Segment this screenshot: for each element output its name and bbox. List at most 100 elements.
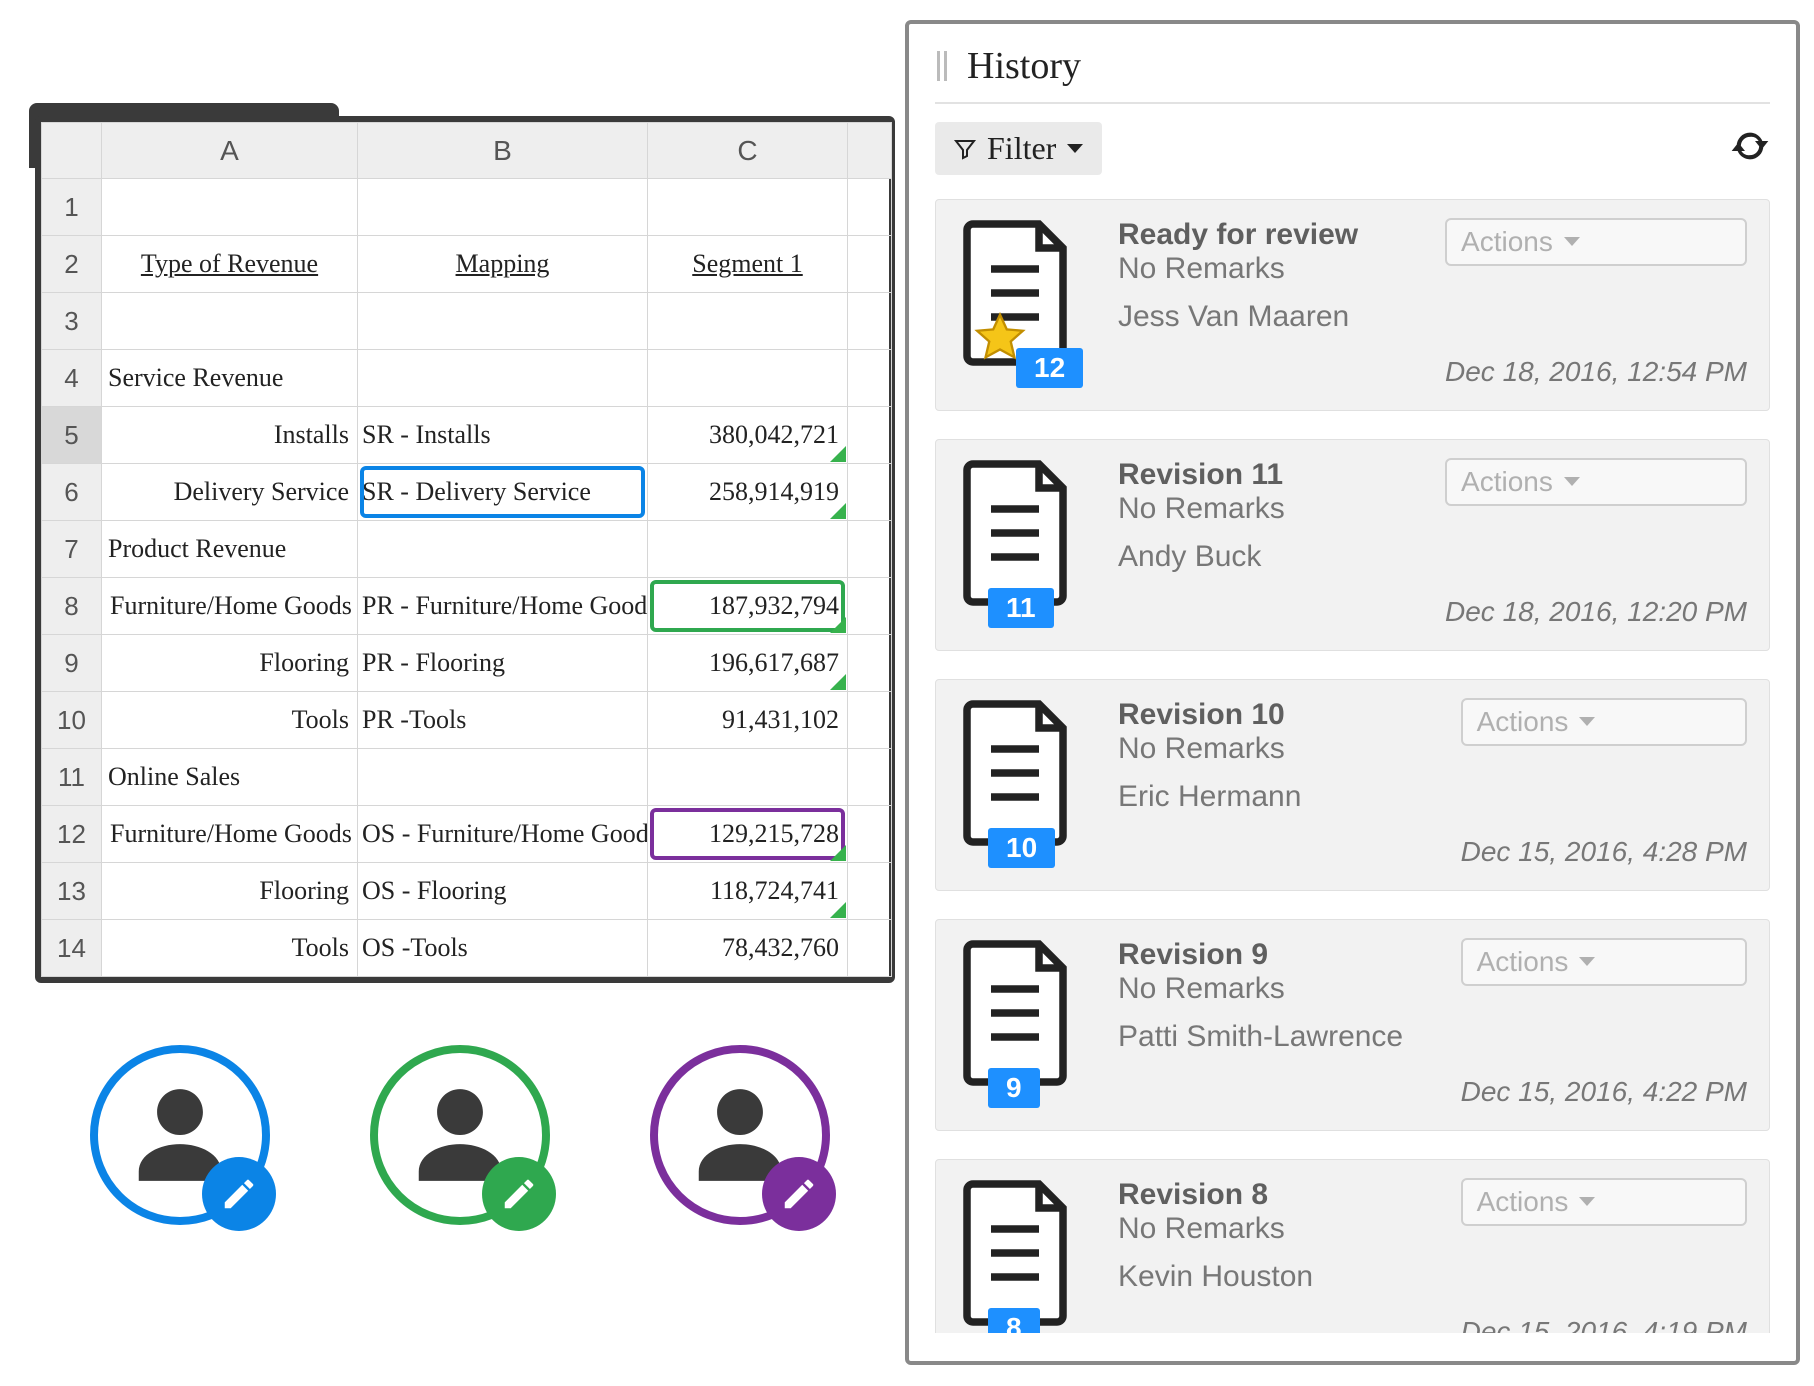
cell[interactable] bbox=[848, 863, 892, 920]
row-header[interactable]: 6 bbox=[42, 464, 102, 521]
collaborator-avatar-green[interactable] bbox=[370, 1045, 550, 1225]
cell[interactable]: PR - Flooring bbox=[358, 635, 648, 692]
cell[interactable] bbox=[848, 407, 892, 464]
row-header[interactable]: 11 bbox=[42, 749, 102, 806]
cell[interactable]: Flooring bbox=[102, 863, 358, 920]
revision-actions-button[interactable]: Actions bbox=[1461, 938, 1747, 986]
row-header[interactable]: 8 bbox=[42, 578, 102, 635]
row-header[interactable]: 2 bbox=[42, 236, 102, 293]
row-header[interactable]: 14 bbox=[42, 920, 102, 977]
row-header[interactable]: 7 bbox=[42, 521, 102, 578]
cell[interactable]: Delivery Service bbox=[102, 464, 358, 521]
cell[interactable] bbox=[358, 179, 648, 236]
revision-actions-button[interactable]: Actions bbox=[1461, 698, 1747, 746]
cell[interactable]: Furniture/Home Goods bbox=[102, 806, 358, 863]
cell[interactable] bbox=[848, 350, 892, 407]
revision-card[interactable]: 11 Revision 11 No Remarks Andy Buck Acti… bbox=[935, 439, 1770, 651]
row-header[interactable]: 1 bbox=[42, 179, 102, 236]
cell[interactable]: 118,724,741 bbox=[648, 863, 848, 920]
cell[interactable] bbox=[648, 749, 848, 806]
cell[interactable] bbox=[848, 920, 892, 977]
collaborator-avatar-purple[interactable] bbox=[650, 1045, 830, 1225]
cell[interactable] bbox=[358, 749, 648, 806]
cell[interactable] bbox=[848, 635, 892, 692]
cell[interactable]: 78,432,760 bbox=[648, 920, 848, 977]
cell[interactable] bbox=[848, 692, 892, 749]
cell[interactable] bbox=[648, 293, 848, 350]
cell[interactable] bbox=[102, 179, 358, 236]
cell[interactable]: Tools bbox=[102, 920, 358, 977]
row-header[interactable]: 3 bbox=[42, 293, 102, 350]
filter-button[interactable]: Filter bbox=[935, 122, 1102, 175]
comment-marker-icon[interactable] bbox=[830, 902, 846, 918]
cell[interactable]: 258,914,919 bbox=[648, 464, 848, 521]
document-icon: 12 bbox=[958, 218, 1088, 388]
row-header[interactable]: 9 bbox=[42, 635, 102, 692]
col-header-b[interactable]: B bbox=[358, 123, 648, 179]
cell[interactable] bbox=[648, 521, 848, 578]
revision-actions-button[interactable]: Actions bbox=[1445, 218, 1747, 266]
cell[interactable]: Online Sales bbox=[102, 749, 358, 806]
cell[interactable]: Service Revenue bbox=[102, 350, 358, 407]
row-header[interactable]: 13 bbox=[42, 863, 102, 920]
cell[interactable] bbox=[848, 236, 892, 293]
cell[interactable]: SR - Delivery Service bbox=[358, 464, 648, 521]
col-header-d[interactable] bbox=[848, 123, 892, 179]
cell[interactable] bbox=[648, 350, 848, 407]
cell[interactable]: OS -Tools bbox=[358, 920, 648, 977]
cell[interactable] bbox=[358, 350, 648, 407]
cell[interactable]: PR - Furniture/Home Goods bbox=[358, 578, 648, 635]
cell[interactable]: PR -Tools bbox=[358, 692, 648, 749]
cell[interactable] bbox=[848, 464, 892, 521]
cell[interactable] bbox=[648, 179, 848, 236]
revision-actions-button[interactable]: Actions bbox=[1461, 1178, 1747, 1226]
cell[interactable]: 380,042,721 bbox=[648, 407, 848, 464]
cell[interactable]: OS - Furniture/Home Goods bbox=[358, 806, 648, 863]
cell[interactable] bbox=[848, 749, 892, 806]
drag-handle-icon[interactable] bbox=[935, 49, 951, 83]
cell[interactable]: SR - Installs bbox=[358, 407, 648, 464]
row-header[interactable]: 12 bbox=[42, 806, 102, 863]
revision-card[interactable]: 10 Revision 10 No Remarks Eric Hermann A… bbox=[935, 679, 1770, 891]
cell[interactable]: Furniture/Home Goods bbox=[102, 578, 358, 635]
refresh-button[interactable] bbox=[1730, 126, 1770, 171]
cell[interactable] bbox=[358, 293, 648, 350]
col-header-a[interactable]: A bbox=[102, 123, 358, 179]
row-header[interactable]: 4 bbox=[42, 350, 102, 407]
comment-marker-icon[interactable] bbox=[830, 845, 846, 861]
cell[interactable]: 129,215,728 bbox=[648, 806, 848, 863]
revision-card[interactable]: 8 Revision 8 No Remarks Kevin Houston Ac… bbox=[935, 1159, 1770, 1333]
collaborator-avatar-blue[interactable] bbox=[90, 1045, 270, 1225]
comment-marker-icon[interactable] bbox=[830, 674, 846, 690]
cell[interactable]: 196,617,687 bbox=[648, 635, 848, 692]
cell[interactable]: Product Revenue bbox=[102, 521, 358, 578]
cell[interactable]: Flooring bbox=[102, 635, 358, 692]
comment-marker-icon[interactable] bbox=[830, 446, 846, 462]
cell[interactable] bbox=[358, 521, 648, 578]
revision-actions-button[interactable]: Actions bbox=[1445, 458, 1747, 506]
cell[interactable] bbox=[848, 293, 892, 350]
spreadsheet[interactable]: A B C 12Type of RevenueMappingSegment 13… bbox=[41, 122, 892, 977]
cell[interactable]: 187,932,794 bbox=[648, 578, 848, 635]
cell[interactable]: Mapping bbox=[358, 236, 648, 293]
cell[interactable] bbox=[848, 578, 892, 635]
cell[interactable]: Installs bbox=[102, 407, 358, 464]
comment-marker-icon[interactable] bbox=[830, 503, 846, 519]
revision-card[interactable]: 9 Revision 9 No Remarks Patti Smith-Lawr… bbox=[935, 919, 1770, 1131]
cell[interactable]: 91,431,102 bbox=[648, 692, 848, 749]
comment-marker-icon[interactable] bbox=[830, 617, 846, 633]
cell[interactable]: Segment 1 bbox=[648, 236, 848, 293]
row-header[interactable]: 5 bbox=[42, 407, 102, 464]
corner-cell[interactable] bbox=[42, 123, 102, 179]
cell[interactable] bbox=[848, 806, 892, 863]
row-header[interactable]: 10 bbox=[42, 692, 102, 749]
cell[interactable]: Tools bbox=[102, 692, 358, 749]
cell[interactable]: Type of Revenue bbox=[102, 236, 358, 293]
cell[interactable] bbox=[848, 521, 892, 578]
revision-card[interactable]: 12 Ready for review No Remarks Jess Van … bbox=[935, 199, 1770, 411]
cell[interactable] bbox=[848, 179, 892, 236]
cell[interactable]: OS - Flooring bbox=[358, 863, 648, 920]
actions-label: Actions bbox=[1461, 226, 1553, 258]
cell[interactable] bbox=[102, 293, 358, 350]
col-header-c[interactable]: C bbox=[648, 123, 848, 179]
